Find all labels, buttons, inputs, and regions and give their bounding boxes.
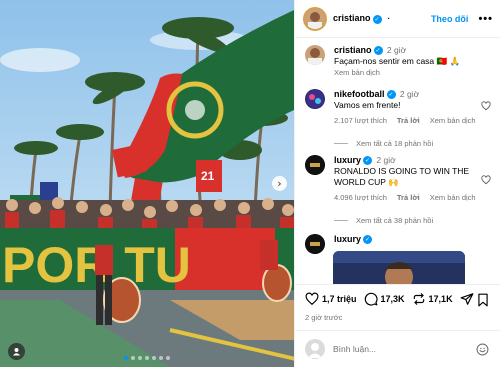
verified-badge-icon: ✓ (386, 90, 396, 100)
like-count: 1,7 triệu (322, 294, 357, 304)
reply-button[interactable]: Trả lời (397, 116, 420, 125)
comment: nikefootball ✓ 2 giờ Vamos em frente! 2.1… (305, 89, 493, 126)
share-button[interactable] (460, 292, 477, 306)
translate-link[interactable]: Xem bản dịch (430, 116, 476, 125)
like-button[interactable]: 1,7 triệu (305, 292, 357, 306)
carousel-dots (0, 356, 294, 360)
comment-image-preview[interactable] (333, 251, 465, 284)
user-icon (12, 347, 21, 356)
author-avatar[interactable] (303, 6, 327, 31)
more-options-icon[interactable]: ••• (478, 13, 493, 25)
like-comment-heart-icon[interactable] (481, 175, 491, 185)
instagram-post: 21 POR TU › cristiano ✓ · Theo dõi ••• c… (0, 0, 500, 367)
post-actions: 1,7 triệu 17,3K 17,1K 2 giờ trước (295, 284, 500, 330)
post-header: cristiano ✓ · Theo dõi ••• (295, 0, 500, 38)
caption-text: Façam-nos sentir em casa 🇵🇹 🙏 (334, 56, 461, 66)
bookmark-icon[interactable] (477, 293, 489, 307)
verified-badge-icon: ✓ (373, 46, 383, 56)
like-comment-heart-icon[interactable] (481, 101, 491, 111)
comment: luxury ✓ 2 giờ RONALDO IS GOING TO WIN TH… (305, 155, 493, 203)
verified-badge-icon: ✓ (372, 14, 382, 24)
comment-username[interactable]: luxury (334, 234, 361, 244)
heart-icon (305, 292, 319, 306)
verified-badge-icon: ✓ (363, 156, 373, 166)
post-date: 2 giờ trước (305, 313, 343, 322)
carousel-dot (131, 356, 135, 360)
verified-badge-icon: ✓ (363, 235, 373, 245)
carousel-dot (145, 356, 149, 360)
commenter-avatar[interactable] (305, 89, 325, 109)
commenter-avatar[interactable] (305, 155, 325, 175)
comment-input[interactable]: Bình luận... (333, 344, 476, 354)
commenter-avatar[interactable] (305, 234, 325, 254)
view-replies-link[interactable]: Xem tất cả 38 phản hồi (334, 216, 433, 225)
repost-count: 17,1K (428, 294, 453, 304)
caption-translate[interactable]: Xem bản dịch (334, 67, 493, 78)
comment-time: 2 giờ (376, 155, 396, 165)
repost-icon (413, 293, 424, 305)
next-slide-button[interactable]: › (272, 176, 287, 191)
caption-time: 2 giờ (386, 45, 407, 55)
comment-likes[interactable]: 2.107 lượt thích (334, 116, 387, 125)
emoji-icon[interactable] (476, 343, 489, 356)
reply-button[interactable]: Trả lời (397, 193, 420, 202)
comment-button[interactable]: 17,3K (364, 292, 405, 306)
repost-button[interactable]: 17,1K (412, 292, 453, 306)
carousel-dot (124, 356, 128, 360)
comment-username[interactable]: nikefootball (334, 89, 385, 99)
caption-username[interactable]: cristiano (334, 45, 372, 55)
add-comment-bar: Bình luận... (295, 330, 500, 367)
comment-count: 17,3K (380, 294, 405, 304)
post-photo[interactable]: 21 POR TU › (0, 0, 294, 367)
carousel-dot (152, 356, 156, 360)
sign-number: 21 (201, 169, 215, 183)
caption: cristiano ✓ 2 giờ Façam-nos sentir em cas… (305, 45, 493, 78)
comment-time: 2 giờ (399, 89, 420, 99)
comment-username[interactable]: luxury (334, 155, 361, 165)
carousel-dot (138, 356, 142, 360)
comment-likes[interactable]: 4.096 lượt thích (334, 193, 387, 202)
comments-list: cristiano ✓ 2 giờ Façam-nos sentir em cas… (295, 38, 500, 284)
view-replies-link[interactable]: Xem tất cả 18 phản hồi (334, 139, 433, 148)
author-username[interactable]: cristiano ✓ (333, 13, 382, 24)
carousel-dot (166, 356, 170, 360)
comment-text: RONALDO IS GOING TO WIN THE WORLD CUP 🙌 (334, 166, 470, 187)
fans-crowd-photo: 21 POR TU (0, 0, 294, 367)
comment-icon (364, 292, 378, 306)
paper-plane-icon (460, 293, 473, 305)
caption-avatar[interactable] (305, 45, 325, 65)
current-user-avatar (305, 339, 325, 359)
translate-link[interactable]: Xem bản dịch (430, 193, 476, 202)
follow-button[interactable]: Theo dõi (431, 14, 469, 24)
carousel-dot (159, 356, 163, 360)
comment-text: Vamos em frente! (334, 100, 401, 110)
post-side-panel: cristiano ✓ · Theo dõi ••• cristiano ✓ 2 g… (294, 0, 500, 367)
